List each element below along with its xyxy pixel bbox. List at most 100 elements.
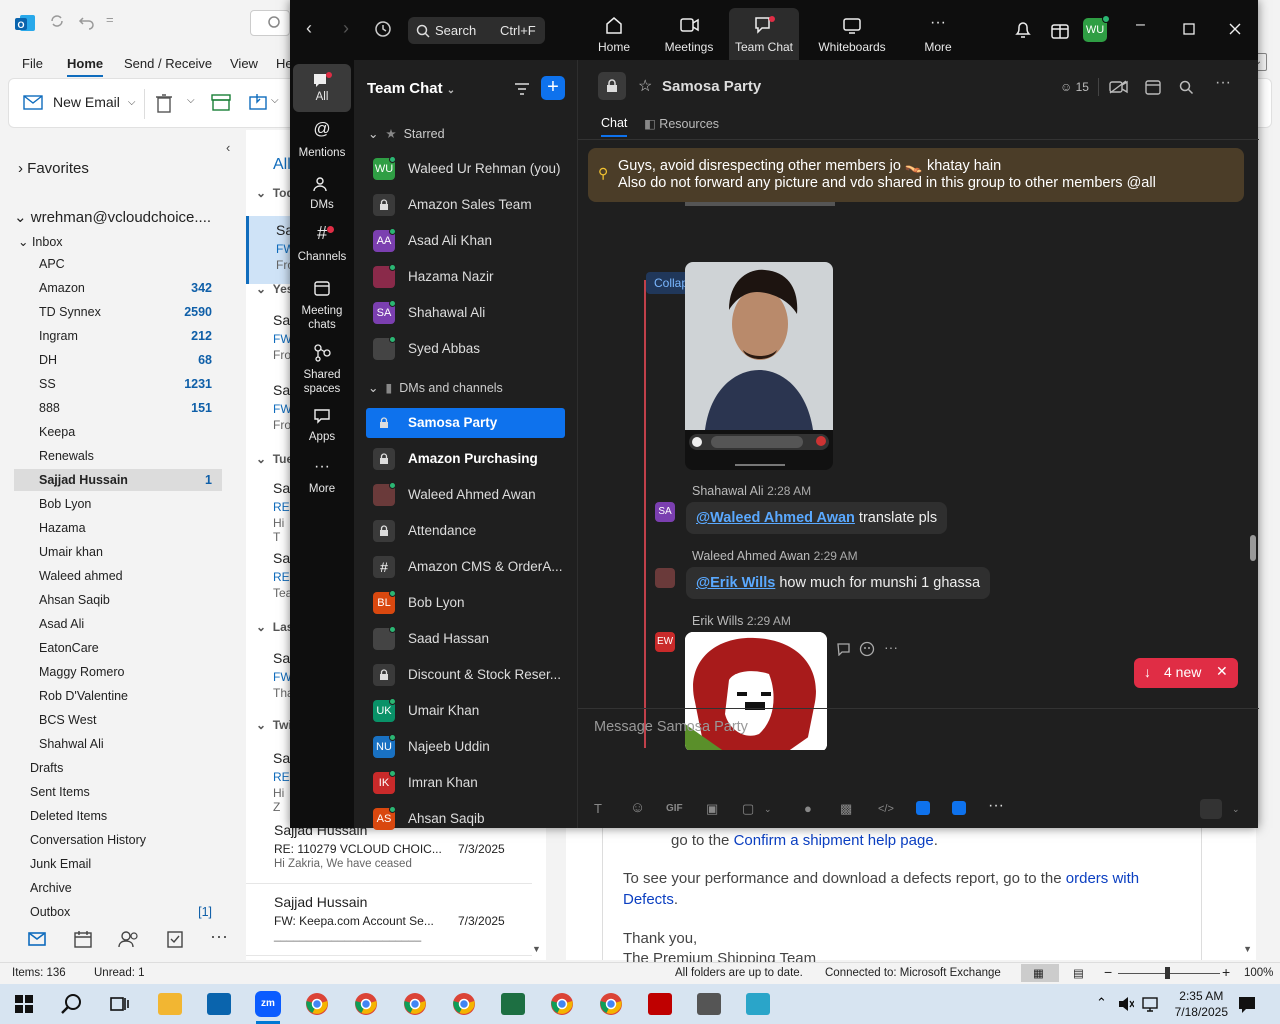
rail-meeting-chats[interactable]: Meeting chats xyxy=(293,280,351,334)
file-icon[interactable]: ▣ xyxy=(706,801,718,817)
favorites-header[interactable]: › Favorites xyxy=(18,160,89,177)
chevron-down-icon[interactable]: ⌵ xyxy=(187,95,195,106)
message-composer[interactable]: Message Samosa Party T ☺ GIF ▣ ▢ ⌄ ● ▩ <… xyxy=(578,708,1259,828)
app-icon[interactable] xyxy=(952,801,966,815)
calendar-icon[interactable] xyxy=(1145,79,1161,95)
folder-item[interactable]: Shahwal Ali xyxy=(14,733,222,755)
chat-list-item[interactable]: Samosa Party xyxy=(366,408,565,438)
tab-team-chat[interactable]: Team Chat xyxy=(729,8,799,60)
avatar[interactable] xyxy=(655,568,675,588)
folder-item[interactable]: Rob D'Valentine xyxy=(14,685,222,707)
folder-item[interactable]: Conversation History xyxy=(14,829,222,851)
chat-list-item[interactable]: Discount & Stock Reser... xyxy=(366,660,565,690)
rail-all[interactable]: All xyxy=(293,64,351,112)
video-message-icon[interactable]: ▩ xyxy=(840,801,852,817)
channel-name[interactable]: Samosa Party xyxy=(662,78,761,95)
scroll-down-icon[interactable]: ▼ xyxy=(1243,944,1252,954)
folder-item[interactable]: Bob Lyon xyxy=(14,493,222,515)
volume-muted-icon[interactable] xyxy=(1118,996,1134,1012)
taskbar-app-outlook[interactable] xyxy=(197,984,241,1024)
bell-icon[interactable] xyxy=(1014,20,1032,40)
folder-item[interactable]: Maggy Romero xyxy=(14,661,222,683)
folder-item[interactable]: Archive xyxy=(14,877,222,899)
people-icon[interactable] xyxy=(118,930,140,948)
chat-list-item[interactable]: AS Ahsan Saqib xyxy=(366,804,565,834)
chat-list-item[interactable]: # Amazon CMS & OrderA... xyxy=(366,552,565,582)
new-messages-button[interactable]: ↓ 4 new ✕ xyxy=(1134,658,1238,688)
avatar[interactable]: EW xyxy=(655,632,675,652)
delete-icon[interactable] xyxy=(155,93,173,113)
message-bubble[interactable]: @Erik Wills how much for munshi 1 ghassa xyxy=(686,567,991,599)
folder-item[interactable]: Amazon 342 xyxy=(14,277,222,299)
chat-list-item[interactable]: NU Najeeb Uddin xyxy=(366,732,565,762)
members-count[interactable]: ☺ 15 xyxy=(1060,80,1089,94)
chevron-down-icon[interactable]: ⌄ xyxy=(764,804,772,815)
taskbar-app-chrome[interactable] xyxy=(393,984,437,1024)
chevron-down-icon[interactable]: ⌵ xyxy=(128,97,136,108)
folder-item[interactable]: Sent Items xyxy=(14,781,222,803)
more-icon[interactable]: ··· xyxy=(988,797,1004,815)
folder-item[interactable]: Sajjad Hussain 1 xyxy=(14,469,222,491)
profile-avatar[interactable]: WU xyxy=(1083,15,1110,42)
account-header[interactable]: ⌄ wrehman@vcloudchoice.... xyxy=(14,208,211,226)
menu-home[interactable]: Home xyxy=(67,56,104,77)
chat-list-item[interactable]: IK Imran Khan xyxy=(366,768,565,798)
filter-all-tab[interactable]: All xyxy=(273,156,291,174)
folder-item[interactable]: APC xyxy=(14,253,222,275)
chevron-down-icon[interactable]: ⌵ xyxy=(271,95,279,106)
folder-item[interactable]: Waleed ahmed xyxy=(14,565,222,587)
date-group-header[interactable]: ⌄ Las xyxy=(256,620,293,634)
calendar-icon[interactable] xyxy=(74,930,92,948)
message-item[interactable]: Sa RE: Hi Z xyxy=(246,744,293,814)
date-group-header[interactable]: ⌄ Yes xyxy=(256,282,293,296)
team-chat-dropdown[interactable]: Team Chat ⌄ xyxy=(367,80,455,97)
move-icon[interactable] xyxy=(249,93,269,111)
mention-link[interactable]: @Waleed Ahmed Awan xyxy=(696,510,855,526)
folder-item[interactable]: 888 151 xyxy=(14,397,222,419)
message-sender[interactable]: Shahawal Ali 2:28 AM xyxy=(692,484,811,498)
taskbar-app-filezilla[interactable] xyxy=(638,984,682,1024)
message-sender[interactable]: Erik Wills 2:29 AM xyxy=(692,614,791,628)
folder-item[interactable]: BCS West xyxy=(14,709,222,731)
outlook-search-box[interactable] xyxy=(250,10,290,36)
rail-more[interactable]: ··· More xyxy=(293,459,351,502)
taskbar-app-zoom[interactable]: zm xyxy=(246,984,290,1024)
back-icon[interactable]: ‹ xyxy=(306,18,312,39)
task-view-icon[interactable] xyxy=(98,984,142,1024)
taskbar-app-chrome[interactable] xyxy=(589,984,633,1024)
mention-link[interactable]: @Erik Wills xyxy=(696,575,775,591)
folder-item[interactable]: SS 1231 xyxy=(14,373,222,395)
message-item[interactable]: Sajjad Hussain FW: Keepa.com Account Se.… xyxy=(246,886,536,956)
date-group-header[interactable]: ⌄ Tue xyxy=(256,452,293,466)
taskbar-app-file-explorer[interactable] xyxy=(148,984,192,1024)
filter-icon[interactable] xyxy=(514,82,530,96)
new-email-button[interactable]: New Email ⌵ xyxy=(23,93,136,111)
rail-channels[interactable]: # Channels xyxy=(293,224,351,268)
tasks-icon[interactable] xyxy=(166,930,184,948)
gif-icon[interactable]: GIF xyxy=(666,803,683,814)
folder-item[interactable]: Deleted Items xyxy=(14,805,222,827)
more-apps-icon[interactable]: ··· xyxy=(210,926,228,947)
close-icon[interactable]: ✕ xyxy=(1216,663,1228,680)
taskbar-app-app[interactable] xyxy=(736,984,780,1024)
rail-dms[interactable]: DMs xyxy=(293,176,351,218)
chat-list-item[interactable]: AA Asad Ali Khan xyxy=(366,226,565,256)
zoom-in-icon[interactable]: + xyxy=(1222,964,1230,980)
reply-icon[interactable] xyxy=(836,642,852,656)
folder-item[interactable]: Umair khan xyxy=(14,541,222,563)
folder-item[interactable]: Ingram 212 xyxy=(14,325,222,347)
rail-apps[interactable]: Apps xyxy=(293,408,351,450)
close-icon[interactable] xyxy=(1229,23,1241,35)
new-chat-button[interactable]: + xyxy=(541,76,565,100)
chat-scrollbar[interactable] xyxy=(1248,140,1258,688)
maximize-icon[interactable] xyxy=(1183,23,1195,35)
format-text-icon[interactable]: T xyxy=(594,801,602,816)
chat-list-item[interactable]: Saad Hassan xyxy=(366,624,565,654)
confirm-shipment-link[interactable]: Confirm a shipment help page xyxy=(734,832,934,849)
minimize-icon[interactable]: – xyxy=(1136,16,1145,34)
taskbar-app-chrome[interactable] xyxy=(442,984,486,1024)
message-bubble[interactable]: @Waleed Ahmed Awan translate pls xyxy=(686,502,948,534)
star-icon[interactable]: ☆ xyxy=(638,76,652,96)
pinned-message[interactable]: ⚲ Guys, avoid disrespecting other member… xyxy=(588,148,1244,202)
zoom-out-icon[interactable]: − xyxy=(1104,964,1112,980)
